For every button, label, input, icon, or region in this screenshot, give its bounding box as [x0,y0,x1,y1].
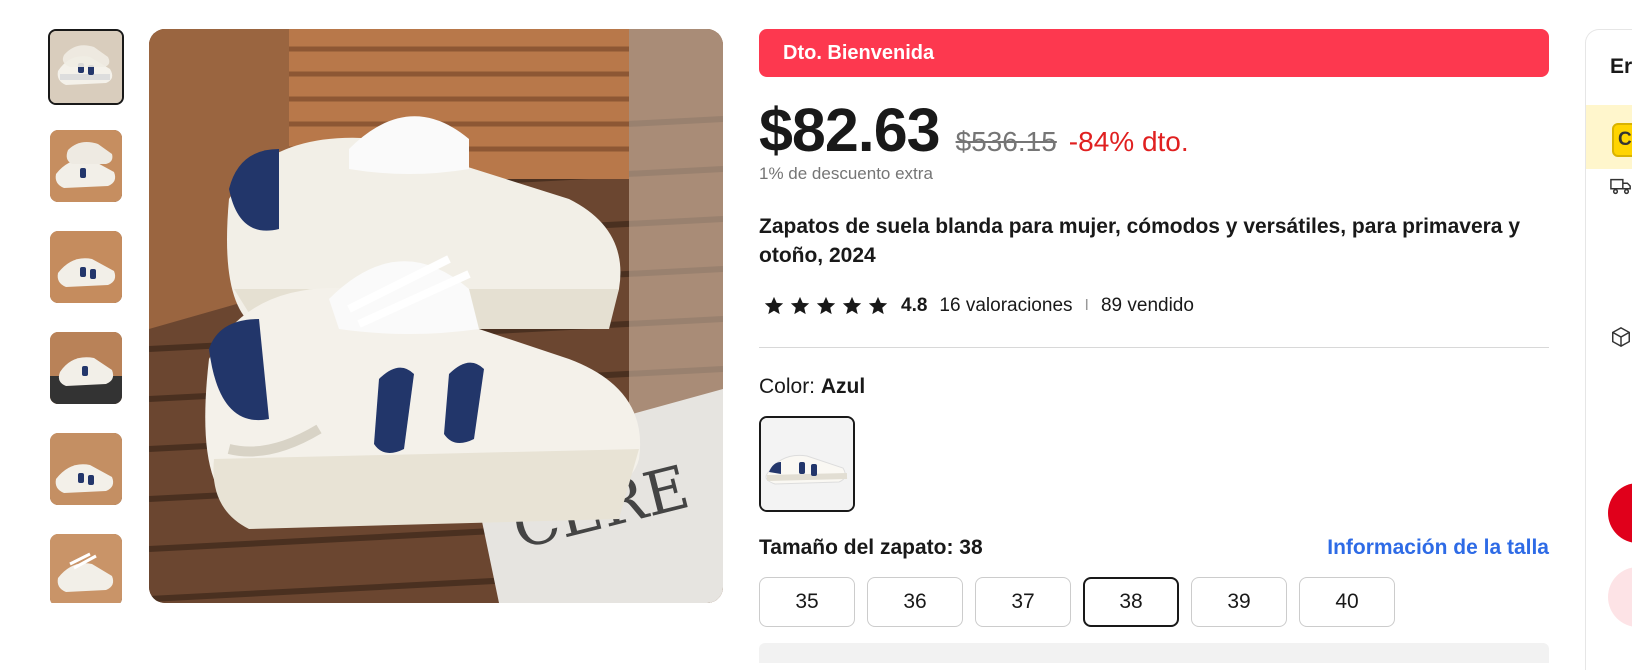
price-row: $82.63 $536.15 -84% dto. [759,95,1189,165]
star-icon [764,296,784,315]
color-label: Color: Azul [759,375,865,399]
star-icon [816,296,836,315]
thumbnail-2[interactable] [50,130,122,202]
rating-row: 4.8 16 valoraciones I 89 vendido [759,295,1194,317]
discount-percent: -84% dto. [1068,126,1189,157]
thumbnail-5[interactable] [50,433,122,505]
size-option-selected[interactable]: 38 [1083,577,1179,627]
current-price: $82.63 [759,96,941,164]
thumbnail-6[interactable] [50,534,122,603]
color-value: Azul [820,375,866,398]
size-option[interactable]: 36 [867,577,963,627]
size-option[interactable]: 35 [759,577,855,627]
product-title: Zapatos de suela blanda para mujer, cómo… [759,215,1520,267]
thumbnail-list [48,29,124,603]
separator: I [1084,297,1089,314]
size-option[interactable]: 37 [975,577,1071,627]
package-icon [1612,326,1630,348]
thumbnail-3[interactable] [50,231,122,303]
quantity-section-partial [759,643,1549,663]
size-option[interactable]: 39 [1191,577,1287,627]
thumbnail-1[interactable] [48,29,124,105]
star-icon [842,296,862,315]
coupon-button[interactable]: C [1612,123,1632,157]
add-to-cart-button[interactable] [1608,567,1632,627]
main-product-image[interactable]: CERE [149,29,723,603]
extra-discount: 1% de descuento extra [759,164,933,183]
original-price: $536.15 [955,126,1057,157]
divider [759,347,1549,348]
size-label: Tamaño del zapato: 38 [759,536,983,559]
welcome-discount-banner[interactable]: Dto. Bienvenida [759,29,1549,77]
rating-stars [763,295,889,317]
purchase-panel: Er C [1585,29,1632,670]
star-icon [868,296,888,315]
reviews-link[interactable]: 16 valoraciones [939,295,1072,317]
truck-icon [1610,178,1631,195]
sold-count: 89 vendido [1100,295,1194,316]
color-label-text: Color: [759,375,816,398]
panel-heading-partial: Er [1610,55,1632,78]
size-info-link[interactable]: Información de la talla [1327,536,1549,560]
buy-now-button[interactable] [1608,483,1632,543]
star-icon [790,296,810,315]
rating-value: 4.8 [901,295,928,316]
size-options: 35 36 37 38 39 40 [759,577,1395,627]
thumbnail-4[interactable] [50,332,122,404]
size-option[interactable]: 40 [1299,577,1395,627]
color-swatch-azul[interactable] [759,416,855,512]
